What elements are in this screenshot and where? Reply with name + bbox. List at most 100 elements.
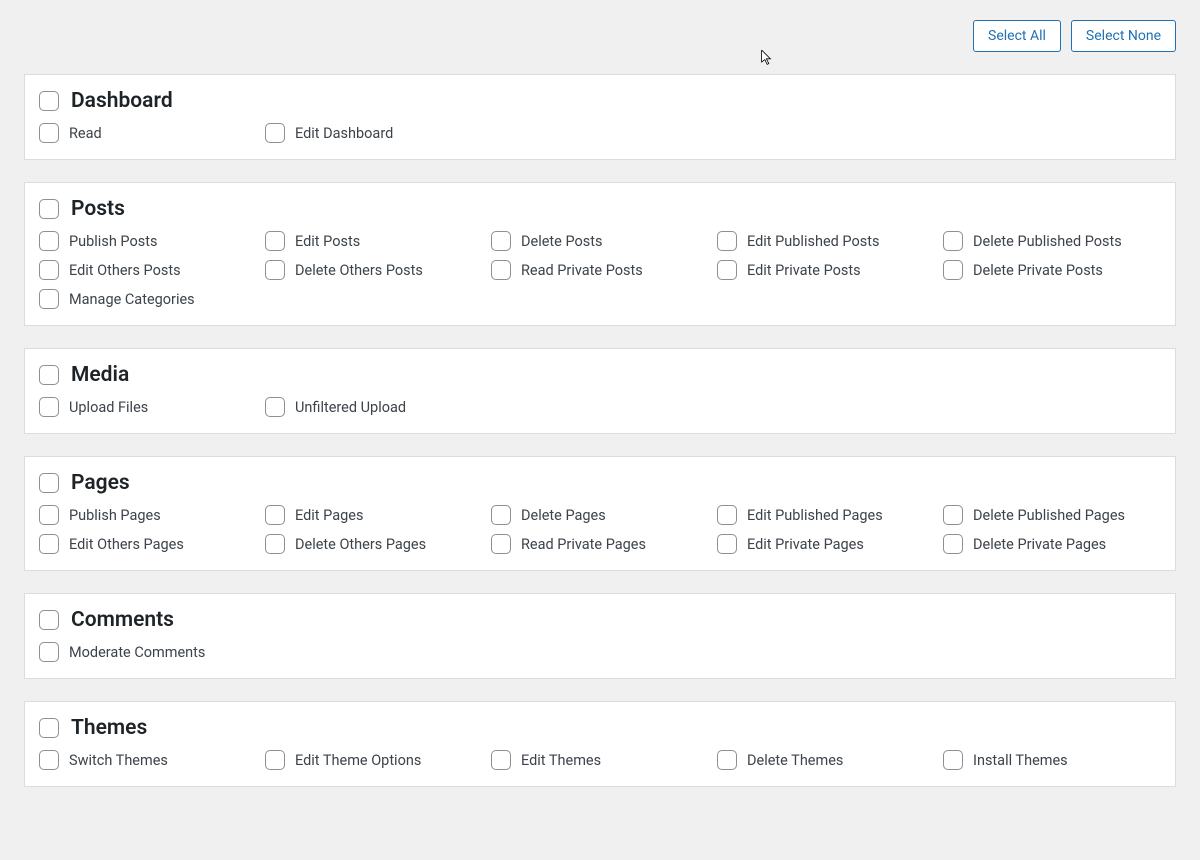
group-title: Posts xyxy=(71,197,125,221)
cap-checkbox-manage-categories[interactable] xyxy=(39,289,59,309)
group-checkbox-comments[interactable] xyxy=(39,610,59,630)
cap-item-delete-private-posts: Delete Private Posts xyxy=(943,260,1161,280)
cap-item-unfiltered-upload: Unfiltered Upload xyxy=(265,397,483,417)
cap-checkbox-edit-published-pages[interactable] xyxy=(717,505,737,525)
cap-checkbox-delete-published-posts[interactable] xyxy=(943,231,963,251)
caps-grid: Switch Themes Edit Theme Options Edit Them… xyxy=(39,750,1161,770)
group-comments: Comments Moderate Comments xyxy=(24,593,1176,679)
group-title: Themes xyxy=(71,716,147,740)
cap-label: Delete Published Pages xyxy=(973,507,1125,524)
cap-item-edit-dashboard: Edit Dashboard xyxy=(265,123,483,143)
cap-label: Delete Private Pages xyxy=(973,536,1106,553)
cap-checkbox-publish-posts[interactable] xyxy=(39,231,59,251)
cap-checkbox-edit-private-posts[interactable] xyxy=(717,260,737,280)
cap-checkbox-delete-others-pages[interactable] xyxy=(265,534,285,554)
group-header: Themes xyxy=(39,716,1161,740)
cap-label: Moderate Comments xyxy=(69,644,205,661)
cap-label: Delete Private Posts xyxy=(973,262,1103,279)
cap-label: Edit Published Posts xyxy=(747,233,879,250)
cap-item-delete-posts: Delete Posts xyxy=(491,231,709,251)
cap-checkbox-read[interactable] xyxy=(39,123,59,143)
group-title: Dashboard xyxy=(71,89,173,113)
cap-checkbox-read-private-pages[interactable] xyxy=(491,534,511,554)
cap-checkbox-delete-themes[interactable] xyxy=(717,750,737,770)
cap-label: Edit Others Posts xyxy=(69,262,181,279)
cap-checkbox-delete-private-pages[interactable] xyxy=(943,534,963,554)
cap-item-edit-posts: Edit Posts xyxy=(265,231,483,251)
cap-item-edit-theme-options: Edit Theme Options xyxy=(265,750,483,770)
cap-checkbox-delete-published-pages[interactable] xyxy=(943,505,963,525)
cap-checkbox-install-themes[interactable] xyxy=(943,750,963,770)
cap-item-upload-files: Upload Files xyxy=(39,397,257,417)
cap-item-read-private-pages: Read Private Pages xyxy=(491,534,709,554)
cap-item-delete-pages: Delete Pages xyxy=(491,505,709,525)
cap-label: Unfiltered Upload xyxy=(295,399,406,416)
cap-label: Delete Pages xyxy=(521,507,606,524)
cap-item-edit-private-pages: Edit Private Pages xyxy=(717,534,935,554)
cap-item-edit-published-posts: Edit Published Posts xyxy=(717,231,935,251)
cap-label: Edit Themes xyxy=(521,752,601,769)
cap-checkbox-moderate-comments[interactable] xyxy=(39,642,59,662)
cap-item-delete-published-posts: Delete Published Posts xyxy=(943,231,1161,251)
cap-checkbox-read-private-posts[interactable] xyxy=(491,260,511,280)
cap-checkbox-upload-files[interactable] xyxy=(39,397,59,417)
cap-label: Edit Published Pages xyxy=(747,507,883,524)
select-all-button[interactable]: Select All xyxy=(973,20,1061,52)
group-header: Comments xyxy=(39,608,1161,632)
cap-label: Delete Posts xyxy=(521,233,603,250)
cap-item-edit-others-pages: Edit Others Pages xyxy=(39,534,257,554)
cap-label: Edit Private Posts xyxy=(747,262,861,279)
cap-checkbox-delete-private-posts[interactable] xyxy=(943,260,963,280)
cap-checkbox-switch-themes[interactable] xyxy=(39,750,59,770)
cap-checkbox-edit-themes[interactable] xyxy=(491,750,511,770)
cap-checkbox-edit-theme-options[interactable] xyxy=(265,750,285,770)
group-dashboard: Dashboard Read Edit Dashboard xyxy=(24,74,1176,160)
group-checkbox-media[interactable] xyxy=(39,365,59,385)
cap-checkbox-edit-published-posts[interactable] xyxy=(717,231,737,251)
group-checkbox-pages[interactable] xyxy=(39,473,59,493)
cap-label: Delete Others Pages xyxy=(295,536,426,553)
group-checkbox-dashboard[interactable] xyxy=(39,91,59,111)
group-title: Comments xyxy=(71,608,174,632)
cap-label: Publish Posts xyxy=(69,233,157,250)
caps-grid: Upload Files Unfiltered Upload xyxy=(39,397,1161,417)
cap-label: Edit Pages xyxy=(295,507,363,524)
cap-label: Delete Others Posts xyxy=(295,262,423,279)
cap-item-delete-others-posts: Delete Others Posts xyxy=(265,260,483,280)
cap-label: Edit Posts xyxy=(295,233,360,250)
cap-checkbox-unfiltered-upload[interactable] xyxy=(265,397,285,417)
cap-checkbox-publish-pages[interactable] xyxy=(39,505,59,525)
group-media: MediaUpload FilesUnfiltered Upload xyxy=(24,348,1176,434)
cap-checkbox-delete-posts[interactable] xyxy=(491,231,511,251)
caps-grid: Read Edit Dashboard xyxy=(39,123,1161,143)
cap-label: Delete Themes xyxy=(747,752,843,769)
group-posts: Posts Publish Posts Edit Posts Delete Posts… xyxy=(24,182,1176,326)
cap-checkbox-delete-others-posts[interactable] xyxy=(265,260,285,280)
cap-checkbox-edit-dashboard[interactable] xyxy=(265,123,285,143)
cap-item-publish-posts: Publish Posts xyxy=(39,231,257,251)
cap-label: Edit Theme Options xyxy=(295,752,421,769)
group-checkbox-posts[interactable] xyxy=(39,199,59,219)
cap-item-switch-themes: Switch Themes xyxy=(39,750,257,770)
cap-checkbox-edit-private-pages[interactable] xyxy=(717,534,737,554)
cap-label: Upload Files xyxy=(69,399,148,416)
cap-item-publish-pages: Publish Pages xyxy=(39,505,257,525)
cap-checkbox-edit-others-posts[interactable] xyxy=(39,260,59,280)
cap-label: Edit Dashboard xyxy=(295,125,393,142)
cap-item-edit-private-posts: Edit Private Posts xyxy=(717,260,935,280)
cap-checkbox-edit-pages[interactable] xyxy=(265,505,285,525)
cap-item-manage-categories: Manage Categories xyxy=(39,289,257,309)
cap-label: Read Private Posts xyxy=(521,262,643,279)
cap-item-read: Read xyxy=(39,123,257,143)
cap-label: Delete Published Posts xyxy=(973,233,1122,250)
caps-grid: Moderate Comments xyxy=(39,642,1161,662)
select-none-button[interactable]: Select None xyxy=(1071,20,1176,52)
cap-checkbox-edit-others-pages[interactable] xyxy=(39,534,59,554)
group-checkbox-themes[interactable] xyxy=(39,718,59,738)
cap-label: Edit Others Pages xyxy=(69,536,184,553)
cap-label: Edit Private Pages xyxy=(747,536,864,553)
cap-checkbox-edit-posts[interactable] xyxy=(265,231,285,251)
cap-checkbox-delete-pages[interactable] xyxy=(491,505,511,525)
cap-item-delete-private-pages: Delete Private Pages xyxy=(943,534,1161,554)
cap-item-install-themes: Install Themes xyxy=(943,750,1161,770)
